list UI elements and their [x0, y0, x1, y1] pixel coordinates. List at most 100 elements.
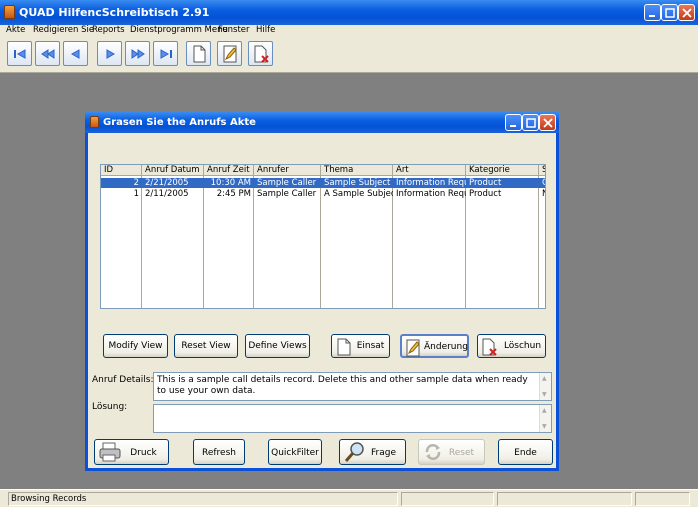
- new-document-icon: [193, 45, 206, 63]
- app-icon: [4, 5, 15, 19]
- scroll-down-icon: ▼: [542, 391, 547, 398]
- menu-dienstprogramm[interactable]: Dienstprogramm Menu: [130, 25, 228, 35]
- dialog-minimize-button[interactable]: [505, 114, 522, 131]
- query-label: Frage: [371, 448, 396, 458]
- cell-time: 10:30 AM: [210, 178, 251, 188]
- delete-document-icon: [482, 338, 497, 356]
- end-button[interactable]: Ende: [498, 439, 553, 465]
- reset-view-label: Reset View: [181, 341, 231, 351]
- next-record-icon: [106, 49, 116, 59]
- print-button[interactable]: Druck: [94, 439, 169, 465]
- query-button[interactable]: Frage: [339, 439, 406, 465]
- col-header-time[interactable]: Anruf Zeit: [204, 165, 254, 176]
- scroll-up-icon: ▲: [542, 375, 547, 382]
- maximize-icon: [526, 118, 536, 128]
- solution-textarea[interactable]: ▲ ▼: [153, 404, 552, 433]
- print-label: Druck: [130, 448, 157, 458]
- app-title: QUAD HilfencSchreibtisch 2.91: [19, 6, 210, 19]
- menu-reports[interactable]: Reports: [92, 25, 125, 35]
- prev-record-icon: [70, 49, 80, 59]
- scroll-up-icon: ▲: [542, 407, 547, 414]
- close-icon: [543, 118, 553, 128]
- status-text: Browsing Records: [11, 494, 87, 504]
- modify-view-button[interactable]: Modify View: [103, 334, 168, 358]
- table-row[interactable]: 2 2/21/2005 10:30 AM Sample Caller Sampl…: [101, 178, 545, 188]
- cell-caller: Sample Caller: [257, 189, 317, 199]
- details-textarea[interactable]: This is a sample call details record. De…: [153, 372, 552, 401]
- scroll-down-icon: ▼: [542, 423, 547, 430]
- last-record-button[interactable]: [153, 41, 178, 66]
- first-record-button[interactable]: [7, 41, 32, 66]
- cell-type: Information Request: [396, 178, 466, 188]
- prev-page-button[interactable]: [35, 41, 60, 66]
- next-record-button[interactable]: [97, 41, 122, 66]
- minimize-icon: [649, 15, 655, 17]
- maximize-button[interactable]: [661, 4, 678, 21]
- modify-view-label: Modify View: [108, 341, 163, 351]
- prev-record-button[interactable]: [63, 41, 88, 66]
- menu-hilfe[interactable]: Hilfe: [256, 25, 275, 35]
- refresh-label: Refresh: [202, 448, 236, 458]
- cell-subject: A Sample Subject: [324, 189, 393, 199]
- minimize-icon: [510, 125, 516, 127]
- reset-label: Reset: [448, 448, 475, 458]
- cell-status: C: [539, 178, 545, 188]
- define-views-button[interactable]: Define Views: [245, 334, 310, 358]
- cell-status: N: [539, 189, 545, 199]
- dialog-title: Grasen Sie the Anrufs Akte: [103, 117, 256, 128]
- cell-category: Product: [469, 189, 502, 199]
- cell-id: 1: [133, 189, 139, 199]
- reset-button[interactable]: Reset: [418, 439, 485, 465]
- col-header-category[interactable]: Kategorie: [466, 165, 539, 176]
- next-page-icon: [131, 49, 145, 59]
- cell-time: 2:45 PM: [216, 189, 251, 199]
- refresh-button[interactable]: Refresh: [193, 439, 245, 465]
- menu-bar: Akte Redigieren Sie Reports Dienstprogra…: [0, 25, 698, 37]
- minimize-button[interactable]: [644, 4, 661, 21]
- delete-document-icon: [254, 45, 269, 63]
- menu-fenster[interactable]: Fenster: [218, 25, 250, 35]
- delete-button[interactable]: Löschun: [477, 334, 546, 358]
- edit-document-icon: [406, 339, 420, 357]
- printer-icon: [99, 442, 121, 462]
- next-page-button[interactable]: [125, 41, 150, 66]
- table-row[interactable]: 1 2/11/2005 2:45 PM Sample Caller A Samp…: [101, 189, 545, 199]
- menu-redigieren[interactable]: Redigieren Sie: [33, 25, 94, 35]
- col-header-subject[interactable]: Thema: [321, 165, 393, 176]
- col-header-status[interactable]: S: [539, 165, 545, 176]
- calls-grid[interactable]: ID Anruf Datum Anruf Zeit Anrufer Thema …: [100, 164, 546, 309]
- details-scrollbar[interactable]: ▲ ▼: [539, 373, 551, 400]
- cell-type: Information Request: [396, 189, 466, 199]
- solution-scrollbar[interactable]: ▲ ▼: [539, 405, 551, 432]
- col-header-type[interactable]: Art: [393, 165, 466, 176]
- quickfilter-label: QuickFilter: [271, 448, 319, 458]
- dialog-close-button[interactable]: [539, 114, 556, 131]
- status-panel: [497, 492, 632, 506]
- close-icon: [682, 8, 692, 18]
- quickfilter-button[interactable]: QuickFilter: [268, 439, 322, 465]
- dialog-title-bar: Grasen Sie the Anrufs Akte: [85, 112, 559, 133]
- col-header-caller[interactable]: Anrufer: [254, 165, 321, 176]
- col-header-date[interactable]: Anruf Datum: [142, 165, 204, 176]
- change-button[interactable]: Änderung: [400, 334, 469, 358]
- close-button[interactable]: [678, 4, 695, 21]
- status-panel: [401, 492, 494, 506]
- last-record-icon: [160, 49, 172, 59]
- maximize-icon: [665, 8, 675, 18]
- insert-button[interactable]: Einsat: [331, 334, 390, 358]
- cell-id: 2: [133, 178, 139, 188]
- first-record-icon: [14, 49, 26, 59]
- toolbar: [0, 37, 698, 73]
- prev-page-icon: [41, 49, 55, 59]
- reset-view-button[interactable]: Reset View: [174, 334, 238, 358]
- new-document-button[interactable]: [186, 41, 211, 66]
- delete-document-button[interactable]: [248, 41, 273, 66]
- menu-akte[interactable]: Akte: [6, 25, 25, 35]
- edit-document-button[interactable]: [217, 41, 242, 66]
- cell-caller: Sample Caller: [257, 178, 317, 188]
- col-header-id[interactable]: ID: [101, 165, 142, 176]
- status-panel: [635, 492, 690, 506]
- details-label: Anruf Details:: [92, 375, 154, 385]
- app-title-bar: QUAD HilfencSchreibtisch 2.91: [0, 0, 698, 25]
- dialog-maximize-button[interactable]: [522, 114, 539, 131]
